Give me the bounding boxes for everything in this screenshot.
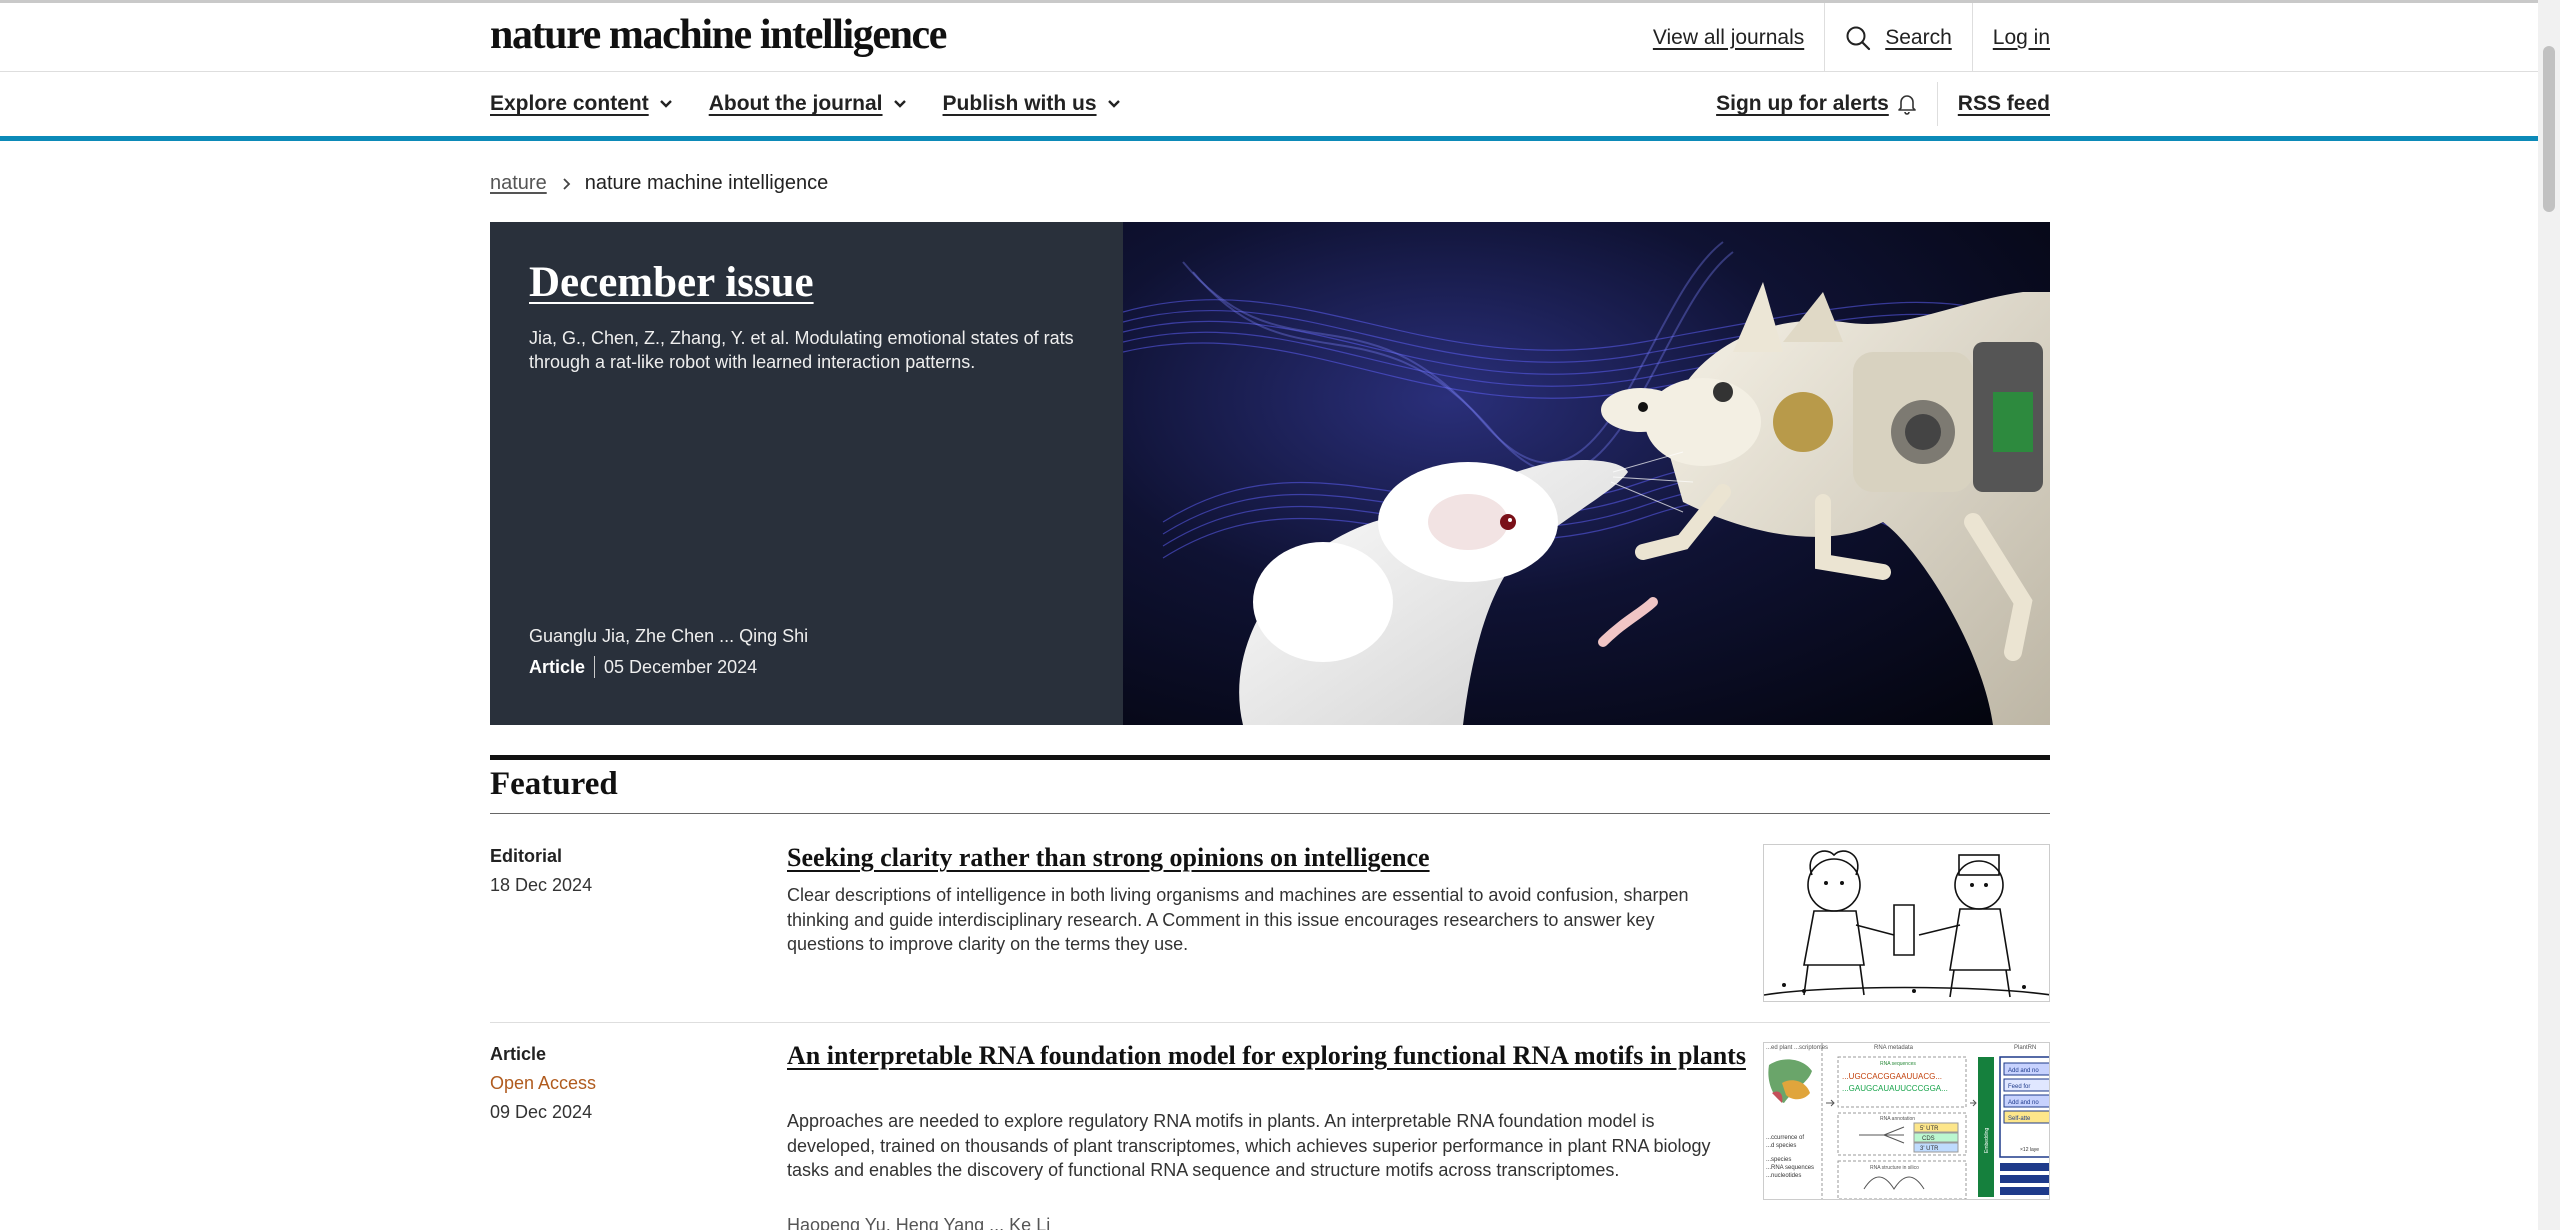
figure-struct-label: RNA structure in silico [1870, 1165, 1919, 1171]
scrollbar-thumb[interactable] [2543, 46, 2555, 212]
hero-meta: Article 05 December 2024 [529, 656, 757, 678]
nav-menu: Explore content About the journal Publis… [490, 72, 1157, 136]
hero-cover-image[interactable] [1123, 222, 2050, 725]
hero-issue-banner: December issue Jia, G., Chen, Z., Zhang,… [490, 222, 2050, 725]
hero-text-panel: December issue Jia, G., Chen, Z., Zhang,… [490, 222, 1123, 725]
bell-icon [1897, 95, 1916, 115]
figure-block-label: Add and no [2008, 1068, 2039, 1074]
alerts-label: Sign up for alerts [1716, 92, 1889, 115]
featured-rule [490, 755, 2050, 760]
article-title-link[interactable]: An interpretable RNA foundation model fo… [787, 1042, 1747, 1070]
chevron-down-icon [659, 100, 672, 108]
figure-left-label: ...species [1766, 1157, 1791, 1163]
figure-left-label: ...RNA sequences [1766, 1165, 1814, 1171]
figure-left-label: ...ccurrence of [1766, 1135, 1804, 1141]
journal-logo[interactable]: nature machine intelligence [490, 11, 947, 59]
header-divider [1824, 3, 1826, 72]
nav-explore-content[interactable]: Explore content [490, 92, 673, 116]
meta-divider [594, 656, 596, 678]
article-date: 09 Dec 2024 [490, 1102, 593, 1122]
article-type: Article [490, 1044, 547, 1064]
article-thumbnail[interactable]: ...ed plant ...scriptomes ...ccurrence o… [1763, 1042, 2050, 1200]
figure-box-label: CDS [1922, 1136, 1935, 1142]
cover-illustration [1123, 222, 2050, 725]
view-all-journals-link[interactable]: View all journals [1653, 26, 1804, 50]
hero-description: Jia, G., Chen, Z., Zhang, Y. et al. Modu… [529, 328, 1074, 372]
article-type: Editorial [490, 846, 563, 866]
chevron-down-icon [1107, 100, 1120, 108]
featured-article: Editorial 18 Dec 2024 Seeking clarity ra… [490, 844, 2050, 1024]
figure-box-label: 3' UTR [1920, 1146, 1939, 1152]
nav-about-journal[interactable]: About the journal [709, 92, 907, 116]
nav-divider [1936, 82, 1938, 126]
breadcrumb-nature-link[interactable]: nature [490, 172, 547, 195]
figure-box-label: 5' UTR [1920, 1126, 1939, 1132]
breadcrumb-chevron-icon [563, 177, 570, 190]
hero-authors: Guanglu Jia, Zhe Chen ... Qing Shi [529, 626, 809, 646]
hero-date: 05 December 2024 [604, 656, 758, 677]
featured-underline [490, 813, 2050, 814]
figure-panel-title: PlantRN [2014, 1045, 2036, 1051]
figure-annot-label: RNA annotation [1880, 1116, 1915, 1122]
figure-block-label: Feed for [2008, 1084, 2030, 1090]
main-nav: Explore content About the journal Publis… [0, 72, 2538, 141]
chevron-down-icon [893, 100, 906, 108]
sign-up-alerts-link[interactable]: Sign up for alerts [1716, 92, 1917, 116]
figure-sequence: ...GAUGCAUAUUCCCGGA... [1842, 1084, 1948, 1093]
article-thumbnail[interactable] [1763, 844, 2050, 1002]
figure-seq-label: RNA sequences [1880, 1061, 1916, 1067]
figure-block-label: Add and no [2008, 1100, 2039, 1106]
article-description: Approaches are needed to explore regulat… [787, 1111, 1711, 1180]
search-link[interactable]: Search [1845, 25, 1952, 51]
featured-article: Article Open Access 09 Dec 2024 An inter… [490, 1042, 2050, 1230]
article-date: 18 Dec 2024 [490, 875, 593, 895]
figure-left-label: ...nucleotides [1766, 1173, 1801, 1179]
article-description: Clear descriptions of intelligence in bo… [787, 885, 1689, 954]
page-scrollbar[interactable] [2538, 0, 2560, 1230]
header-links: View all journals Search Log in [1653, 3, 2050, 72]
nav-item-label: Explore content [490, 92, 649, 115]
nav-actions: Sign up for alerts RSS feed [1716, 72, 2050, 136]
figure-side-label: Embedding [1984, 1127, 1990, 1153]
search-icon [1846, 26, 1871, 50]
figure-panel-title: RNA metadata [1874, 1045, 1914, 1051]
breadcrumb-current: nature machine intelligence [584, 172, 829, 194]
open-access-badge: Open Access [490, 1073, 597, 1093]
nav-item-label: About the journal [708, 92, 883, 115]
search-label: Search [1885, 25, 1952, 49]
breadcrumb: nature nature machine intelligence [490, 172, 828, 195]
figure-panel-title: ...ed plant ...scriptomes [1766, 1045, 1828, 1051]
hero-title-link[interactable]: December issue [529, 258, 814, 307]
login-link[interactable]: Log in [1993, 26, 2050, 50]
figure-layers-label: ×12 laye [2020, 1147, 2039, 1153]
rss-feed-link[interactable]: RSS feed [1958, 92, 2050, 116]
article-title-link[interactable]: Seeking clarity rather than strong opini… [787, 844, 1727, 872]
site-header: nature machine intelligence View all jou… [0, 3, 2538, 72]
rna-model-figure: ...ed plant ...scriptomes ...ccurrence o… [1764, 1043, 2049, 1199]
article-authors: Haopeng Yu, Heng Yang ... Ke Li [787, 1215, 1051, 1230]
header-divider [1971, 3, 1973, 72]
nav-publish-with-us[interactable]: Publish with us [943, 92, 1121, 116]
editorial-cartoon [1764, 845, 2049, 1001]
figure-sequence: ...UGCCACGGAAUUACG... [1842, 1072, 1942, 1081]
nav-item-label: Publish with us [942, 92, 1097, 115]
figure-block-label: Self-atte [2008, 1116, 2031, 1122]
featured-heading: Featured [490, 766, 618, 802]
article-divider [490, 1022, 2050, 1023]
hero-article-type: Article [529, 656, 586, 677]
figure-left-label: ...d species [1766, 1143, 1796, 1149]
